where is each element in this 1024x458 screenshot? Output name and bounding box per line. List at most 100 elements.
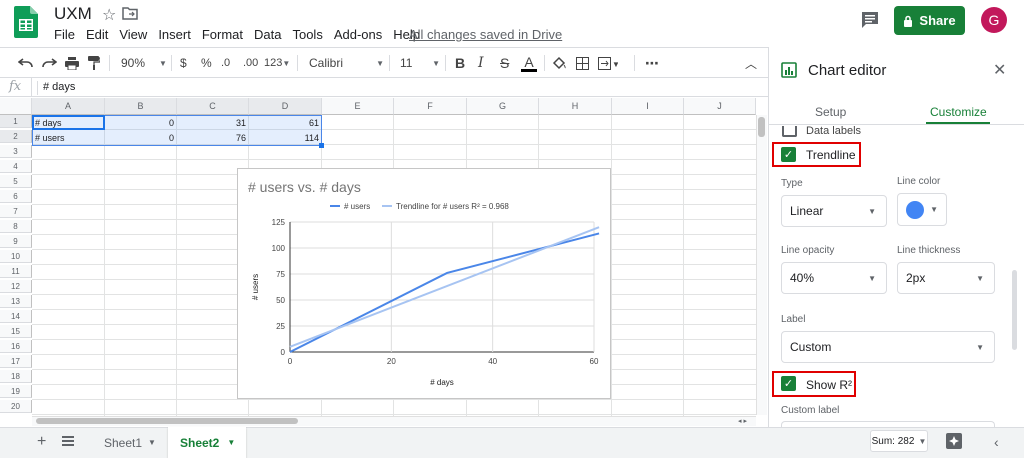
row-header[interactable]: 1 <box>0 115 32 128</box>
column-header[interactable]: H <box>539 98 612 115</box>
menu-file[interactable]: File <box>54 27 75 42</box>
document-title[interactable]: UXM <box>54 4 92 24</box>
currency-format-button[interactable]: $ <box>180 48 187 78</box>
font-size-select[interactable]: 11 ▼ <box>400 48 440 78</box>
row-header[interactable]: 8 <box>0 220 32 233</box>
tab-customize[interactable]: Customize <box>930 105 987 119</box>
collapse-menus-icon[interactable]: ︿ <box>745 48 757 78</box>
row-header[interactable]: 2 <box>0 130 32 143</box>
select-all-corner[interactable] <box>0 98 32 115</box>
collapse-side-panel-icon[interactable]: ‹ <box>994 434 999 450</box>
menu-data[interactable]: Data <box>254 27 281 42</box>
decrease-decimal-button[interactable]: .0 <box>221 48 230 78</box>
save-status-link[interactable]: All changes saved in Drive <box>409 27 562 42</box>
move-folder-icon[interactable] <box>122 6 138 20</box>
panel-scroll-thumb[interactable] <box>1012 270 1017 350</box>
trendline-checkbox[interactable]: ✓ <box>781 147 796 162</box>
paint-format-icon[interactable] <box>88 48 100 78</box>
zoom-select[interactable]: 90% ▼ <box>121 48 167 78</box>
sheet-tab-sheet2[interactable]: Sheet2 ▼ <box>168 427 246 458</box>
row-header[interactable]: 10 <box>0 250 32 263</box>
merge-cells-icon[interactable]: ▼ <box>598 48 618 78</box>
scroll-left-arrow[interactable]: ◂ ▸ <box>738 417 747 425</box>
star-icon[interactable]: ☆ <box>102 5 116 25</box>
row-header[interactable]: 15 <box>0 325 32 338</box>
row-header[interactable]: 11 <box>0 265 32 278</box>
menu-tools[interactable]: Tools <box>292 27 322 42</box>
comments-icon[interactable] <box>860 10 880 30</box>
cell-d1[interactable]: 61 <box>249 116 322 129</box>
tab-setup[interactable]: Setup <box>815 105 846 119</box>
row-header[interactable]: 6 <box>0 190 32 203</box>
embedded-chart[interactable]: # users vs. # days 0 25 50 75 100 125 0 20 40 60 #… <box>237 168 611 399</box>
sheet-tab-sheet1[interactable]: Sheet1 ▼ <box>92 427 164 458</box>
sheets-logo-icon[interactable] <box>14 6 38 38</box>
row-header[interactable]: 3 <box>0 145 32 158</box>
formula-input[interactable]: # days <box>43 81 75 93</box>
cell-d2[interactable]: 114 <box>249 131 322 144</box>
menu-format[interactable]: Format <box>202 27 243 42</box>
add-sheet-icon[interactable]: + <box>37 433 46 451</box>
undo-icon[interactable] <box>18 48 33 78</box>
bold-button[interactable]: B <box>455 48 465 78</box>
row-header[interactable]: 19 <box>0 385 32 398</box>
vertical-scroll-thumb[interactable] <box>758 117 765 137</box>
italic-button[interactable]: I <box>478 48 484 78</box>
menu-addons[interactable]: Add-ons <box>334 27 382 42</box>
column-header[interactable]: A <box>32 98 105 115</box>
row-header[interactable]: 18 <box>0 370 32 383</box>
font-select[interactable]: Calibri ▼ <box>309 48 384 78</box>
show-r2-checkbox[interactable]: ✓ <box>781 376 796 391</box>
explore-icon[interactable] <box>945 432 963 450</box>
row-header[interactable]: 5 <box>0 175 32 188</box>
account-avatar[interactable]: G <box>981 7 1007 33</box>
cell-b2[interactable]: 0 <box>105 131 177 144</box>
column-header[interactable]: E <box>322 98 394 115</box>
print-icon[interactable] <box>65 48 79 78</box>
cell-a1[interactable]: # days <box>32 116 105 129</box>
row-header[interactable]: 14 <box>0 310 32 323</box>
more-options-icon[interactable]: ⋯ <box>645 48 659 78</box>
close-icon[interactable]: ✕ <box>993 60 1006 80</box>
column-header[interactable]: B <box>105 98 177 115</box>
cell-a2[interactable]: # users <box>32 131 105 144</box>
text-color-button[interactable]: A <box>521 48 537 78</box>
line-thickness-select[interactable]: 2px ▼ <box>897 262 995 294</box>
line-opacity-select[interactable]: 40% ▼ <box>781 262 887 294</box>
line-color-select[interactable]: ▼ <box>897 193 947 226</box>
row-header[interactable]: 17 <box>0 355 32 368</box>
strikethrough-button[interactable]: S <box>500 48 509 78</box>
percent-format-button[interactable]: % <box>201 48 212 78</box>
row-header[interactable]: 7 <box>0 205 32 218</box>
row-header[interactable]: 9 <box>0 235 32 248</box>
borders-icon[interactable] <box>576 48 589 78</box>
row-header[interactable]: 12 <box>0 280 32 293</box>
cell-c1[interactable]: 31 <box>177 116 249 129</box>
redo-icon[interactable] <box>42 48 57 78</box>
type-select[interactable]: Linear ▼ <box>781 195 887 227</box>
data-labels-checkbox[interactable] <box>782 126 797 137</box>
vertical-scrollbar[interactable] <box>756 115 767 415</box>
column-header[interactable]: C <box>177 98 249 115</box>
column-header[interactable]: F <box>394 98 467 115</box>
row-header[interactable]: 20 <box>0 400 32 413</box>
menu-edit[interactable]: Edit <box>86 27 108 42</box>
custom-label-input[interactable] <box>781 421 995 427</box>
increase-decimal-button[interactable]: .00 <box>243 48 258 78</box>
fill-color-icon[interactable] <box>552 48 567 78</box>
label-select[interactable]: Custom ▼ <box>781 331 995 363</box>
more-formats-button[interactable]: 123 ▼ <box>264 48 290 78</box>
cell-c2[interactable]: 76 <box>177 131 249 144</box>
share-button[interactable]: Share <box>894 6 965 35</box>
all-sheets-menu-icon[interactable] <box>62 436 74 446</box>
column-header[interactable]: J <box>684 98 756 115</box>
column-header[interactable]: G <box>467 98 539 115</box>
horizontal-scroll-thumb[interactable] <box>36 418 298 424</box>
menu-view[interactable]: View <box>119 27 147 42</box>
row-header[interactable]: 13 <box>0 295 32 308</box>
row-header[interactable]: 16 <box>0 340 32 353</box>
menu-insert[interactable]: Insert <box>158 27 191 42</box>
cell-b1[interactable]: 0 <box>105 116 177 129</box>
row-header[interactable]: 4 <box>0 160 32 173</box>
sum-indicator[interactable]: Sum: 282 ▼ <box>870 430 928 452</box>
